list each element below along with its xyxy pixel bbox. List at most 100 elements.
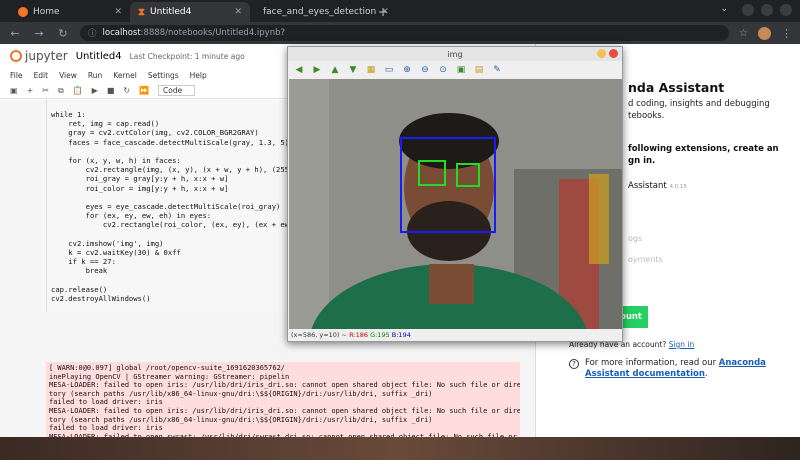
extension-item-deployments: oyments [628,255,663,264]
docs-link[interactable]: Anaconda [719,358,766,368]
menu-settings[interactable]: Settings [148,71,179,80]
extension-item-logs: ogs [628,234,643,243]
extension-version: 4.0.15 [669,184,687,190]
settings-icon[interactable]: ✎ [491,65,503,75]
tab-label: Home [33,7,60,17]
menu-kernel[interactable]: Kernel [113,71,137,80]
maximize-button[interactable] [761,4,773,16]
arrow-left-icon[interactable]: ◀ [293,65,305,75]
tab-face-and-eyes[interactable]: face_and_eyes_detection ✕ [250,2,389,22]
opencv-titlebar[interactable]: img [288,47,622,61]
stderr-line: failed to load driver: iris [49,398,163,407]
zoom-in-icon[interactable]: ⊕ [401,65,413,75]
cut-icon[interactable]: ✂ [42,86,49,95]
menu-run[interactable]: Run [88,71,102,80]
assistant-desc-line2: tebooks. [628,111,665,121]
info-icon[interactable]: ⓘ [88,27,97,39]
menu-file[interactable]: File [10,71,23,80]
paste-icon[interactable]: 📋 [73,86,83,95]
pixel-position: (x=586, y=10) ~ [291,331,347,339]
assistant-title: nda Assistant [628,80,725,95]
tab-untitled4[interactable]: ⧗ Untitled4 ✕ [130,2,250,22]
checkpoint-status: Last Checkpoint: 1 minute ago [129,51,245,61]
question-icon: ? [569,359,579,369]
docs-link-cont[interactable]: Assistant documentation [585,369,705,379]
window-controls [742,4,792,16]
minimize-button[interactable] [742,4,754,16]
pixel-g: G:195 [370,331,390,339]
menu-kebab-icon[interactable]: ⋮ [781,27,792,40]
tab-search-button[interactable]: ⌄ [720,4,728,14]
url-host: localhost [102,28,141,38]
forward-icon[interactable]: → [32,27,46,40]
menu-edit[interactable]: Edit [34,71,49,80]
menu-view[interactable]: View [59,71,77,80]
info-period: . [704,369,708,379]
reload-icon[interactable]: ↻ [56,27,70,40]
stderr-line: MESA-LOADER: failed to open iris: /usr/l… [49,381,520,390]
run-icon[interactable]: ▶ [92,86,98,95]
extension-item-assistant: Assistant 4.0.15 [628,181,687,191]
jupyter-logo[interactable]: jupyter [10,49,68,63]
opencv-title: img [447,49,463,59]
jupyter-favicon-icon [18,7,28,17]
properties-icon[interactable]: ▤ [473,65,485,75]
webcam-frame[interactable] [289,79,622,329]
stop-icon[interactable]: ■ [107,86,115,95]
add-cell-icon[interactable]: + [27,86,34,95]
info-text: For more information, read our [585,358,717,368]
desktop-bottom-strip [0,437,800,460]
pixel-b: B:194 [391,331,411,339]
url-path: :8888/notebooks/Untitled4.ipynb? [140,28,286,38]
tab-label: face_and_eyes_detection [263,7,377,17]
hourglass-icon: ⧗ [138,6,146,18]
arrow-up-icon[interactable]: ▲ [329,65,341,75]
zoom-reset-icon[interactable]: ⊙ [437,65,449,75]
jupyter-logo-text: jupyter [25,49,68,63]
more-info: ? For more information, read our Anacond… [569,358,766,380]
stderr-line: tory (search paths /usr/lib/x86_64-linux… [49,389,433,398]
close-icon[interactable]: ✕ [381,7,389,17]
extensions-heading-line2: gn in. [628,156,656,166]
stderr-line: [ WARN:0@0.097] global /root/opencv-suit… [49,364,286,372]
pixel-r: R:186 [349,331,368,339]
tab-home[interactable]: Home ✕ [10,2,130,22]
extension-item-label: Assistant [628,181,667,191]
url-field[interactable]: ⓘ localhost:8888/notebooks/Untitled4.ipy… [80,25,730,41]
zoom-original-icon[interactable]: ▭ [383,65,395,75]
sign-in-link[interactable]: Sign in [669,340,695,349]
jupyter-logo-icon [10,50,22,62]
close-window-button[interactable] [780,4,792,16]
opencv-window[interactable]: img ◀ ▶ ▲ ▼ ▦ ▭ ⊕ ⊖ ⊙ ▣ ▤ ✎ (x=586, y=10… [287,46,623,342]
back-icon[interactable]: ← [8,27,22,40]
fast-forward-icon[interactable]: ⏩ [139,86,149,95]
webcam-image [289,79,622,329]
close-icon[interactable]: ✕ [114,7,122,17]
close-window-button[interactable] [609,49,618,58]
stderr-line: tory (search paths /usr/lib/x86_64-linux… [49,415,433,424]
opencv-status-bar: (x=586, y=10) ~ R:186 G:195 B:194 [289,330,622,341]
profile-avatar[interactable] [758,26,771,40]
copy-icon[interactable]: ⧉ [58,86,64,96]
arrow-down-icon[interactable]: ▼ [347,65,359,75]
menu-help[interactable]: Help [190,71,207,80]
zoom-fit-icon[interactable]: ▦ [365,65,377,75]
notebook-title[interactable]: Untitled4 [76,51,122,62]
zoom-out-icon[interactable]: ⊖ [419,65,431,75]
save-icon[interactable]: ▣ [10,86,18,95]
address-bar-row: ← → ↻ ⓘ localhost:8888/notebooks/Untitle… [0,22,800,44]
arrow-right-icon[interactable]: ▶ [311,65,323,75]
restart-icon[interactable]: ↻ [123,86,130,95]
stderr-output: [ WARN:0@0.097] global /root/opencv-suit… [46,362,520,448]
cell-type-select[interactable]: Code [158,85,196,96]
opencv-toolbar: ◀ ▶ ▲ ▼ ▦ ▭ ⊕ ⊖ ⊙ ▣ ▤ ✎ [288,61,622,79]
tab-label: Untitled4 [150,7,192,17]
stderr-line: MESA-LOADER: failed to open iris: /usr/l… [49,406,520,415]
minimize-button[interactable] [597,49,606,58]
close-icon[interactable]: ✕ [234,7,242,17]
assistant-desc-line1: d coding, insights and debugging [628,99,770,109]
bookmark-star-icon[interactable]: ☆ [739,28,748,39]
tab-bar: Home ✕ ⧗ Untitled4 ✕ face_and_eyes_detec… [0,0,800,22]
extensions-heading-line1: following extensions, create an [628,144,779,154]
save-image-icon[interactable]: ▣ [455,65,467,75]
